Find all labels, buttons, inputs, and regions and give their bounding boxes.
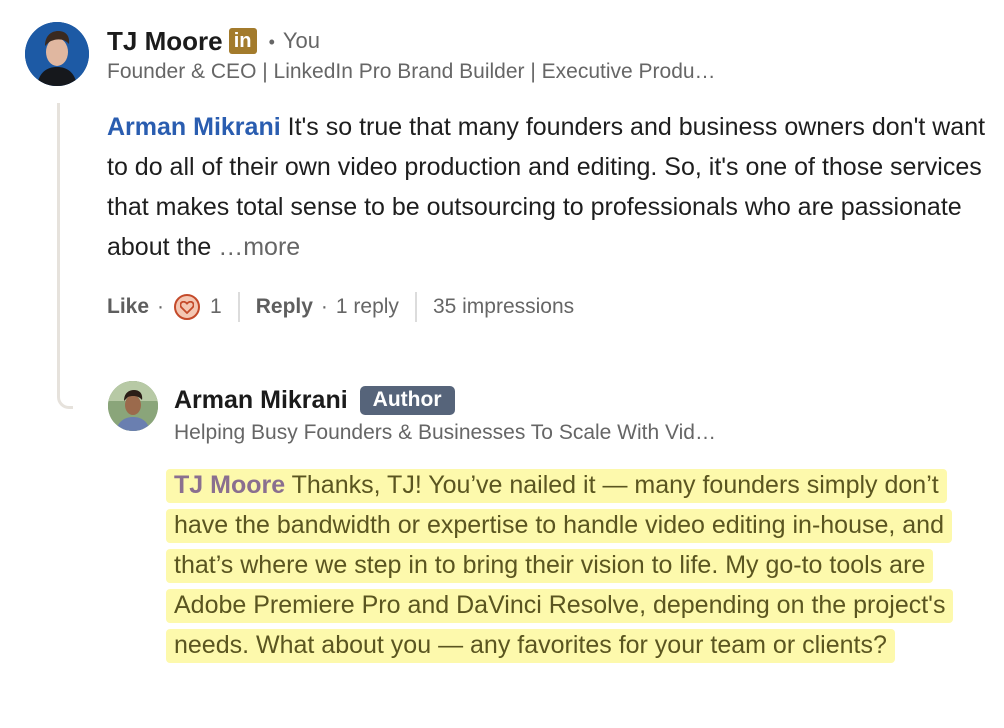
thread-connector-line [57, 103, 73, 409]
person-avatar-icon [25, 22, 89, 86]
comment-author-row: TJ Moore in • You [107, 23, 320, 59]
highlighted-reply-text: TJ Moore Thanks, TJ! You’ve nailed it — … [166, 469, 954, 663]
comment-actions: Like · 1 Reply · 1 reply 35 impressions [107, 290, 574, 324]
reply-text: Thanks, TJ! You’ve nailed it — many foun… [174, 471, 946, 659]
reply-button[interactable]: Reply [256, 295, 313, 319]
avatar-arman-mikrani[interactable] [108, 381, 158, 431]
comment-body: Arman Mikrani It's so true that many fou… [107, 107, 987, 267]
bullet-separator: • [268, 32, 275, 52]
dot-separator: · [320, 295, 328, 318]
like-button[interactable]: Like [107, 295, 149, 319]
relation-text: You [282, 28, 321, 53]
divider [414, 292, 417, 322]
mention-link[interactable]: Arman Mikrani [107, 113, 281, 141]
reply-count[interactable]: 1 reply [336, 295, 399, 319]
comment-author-name[interactable]: TJ Moore [107, 26, 223, 57]
reply-author-headline: Helping Busy Founders & Businesses To Sc… [174, 421, 716, 444]
avatar-tj-moore[interactable] [25, 22, 89, 86]
reply-body: TJ Moore Thanks, TJ! You’ve nailed it — … [166, 465, 996, 665]
mention-link[interactable]: TJ Moore [174, 471, 285, 499]
divider [237, 292, 240, 322]
see-more-link[interactable]: …more [218, 233, 300, 261]
comment-author-headline: Founder & CEO | LinkedIn Pro Brand Build… [107, 60, 716, 83]
reaction-count[interactable]: 1 [210, 295, 222, 319]
person-avatar-icon [108, 381, 158, 431]
you-label: • You [269, 28, 320, 54]
author-badge: Author [359, 385, 455, 415]
impressions-count[interactable]: 35 impressions [433, 295, 574, 319]
love-reaction-icon[interactable] [174, 294, 201, 320]
reply-author-row: Arman Mikrani Author [174, 383, 455, 417]
reply-author-name[interactable]: Arman Mikrani [174, 386, 348, 415]
linkedin-premium-icon: in [228, 28, 257, 54]
dot-separator: · [157, 295, 165, 318]
